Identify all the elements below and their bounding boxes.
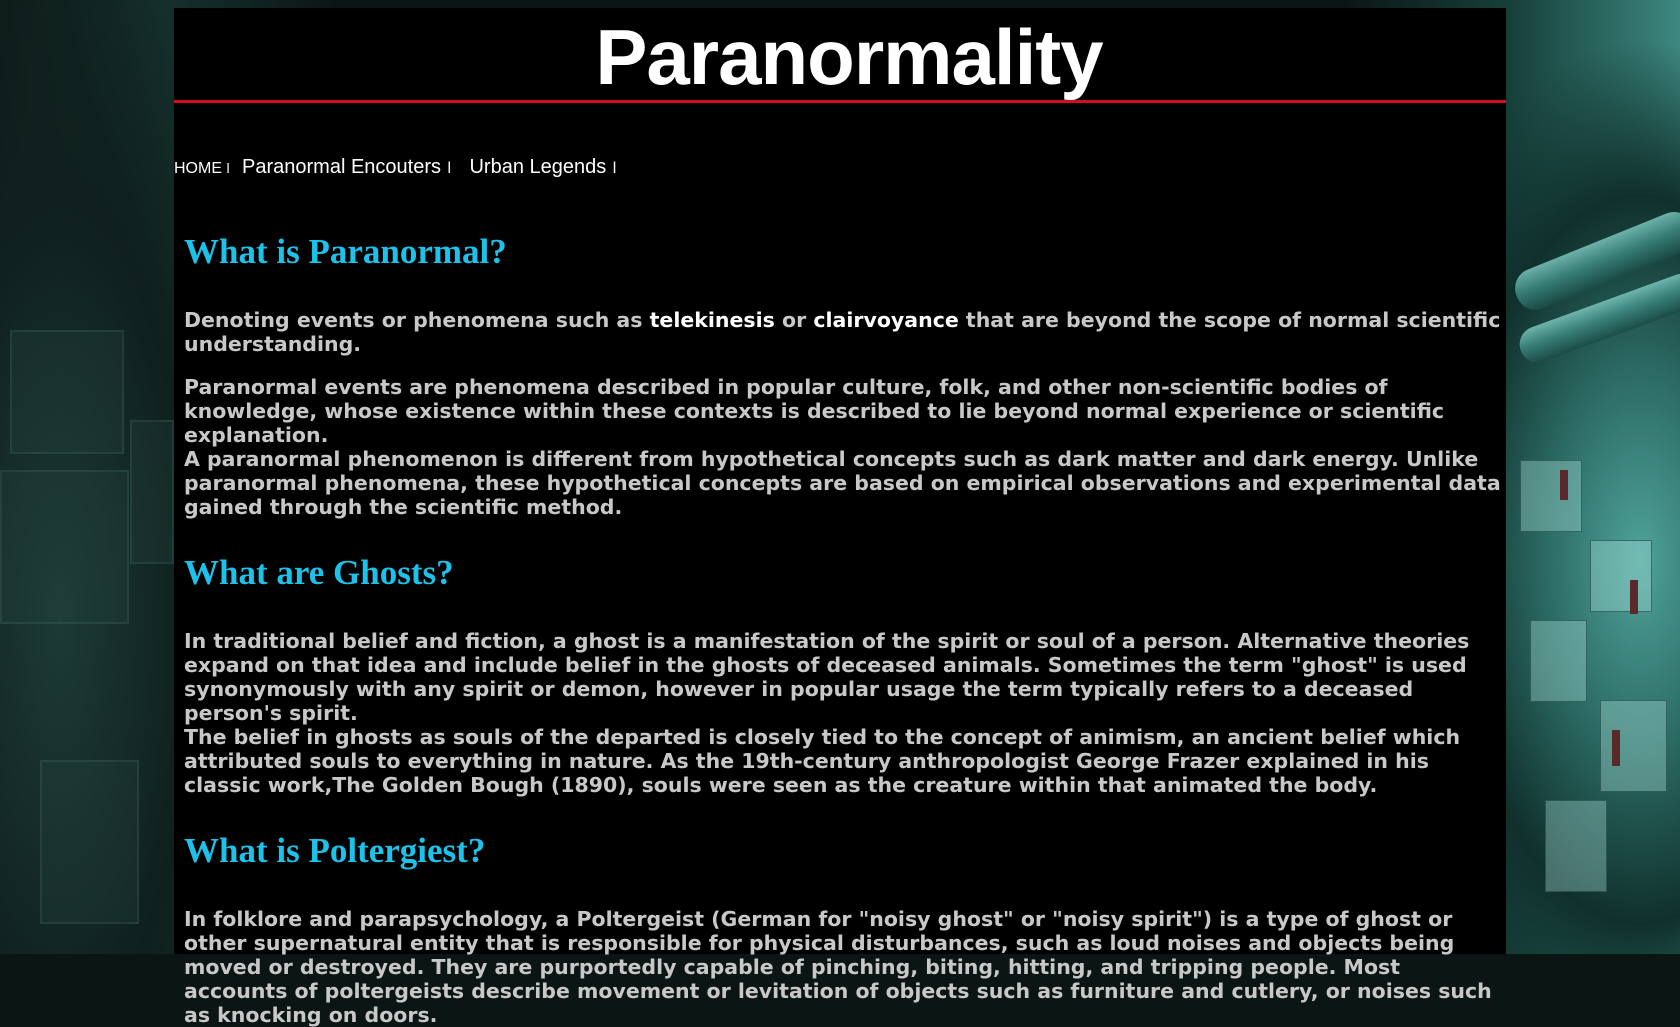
bg-wall-mark xyxy=(1630,580,1638,614)
section-heading: What is Paranormal? xyxy=(184,232,507,271)
section-paragraph: In traditional belief and fiction, a gho… xyxy=(184,629,1470,725)
section-paragraph: Paranormal events are phenomena describe… xyxy=(184,375,1445,447)
bg-wall-tile xyxy=(1545,800,1607,892)
nav-paranormal-encounters-link[interactable]: Paranormal Encouters xyxy=(242,156,441,178)
bg-wall-tile xyxy=(1520,460,1582,532)
section-heading: What are Ghosts? xyxy=(184,553,454,592)
bg-tile xyxy=(0,470,129,624)
highlight-term: clairvoyance xyxy=(813,308,959,332)
intro-text: Denoting events or phenomena such as xyxy=(184,308,650,332)
nav-urban-legends-link[interactable]: Urban Legends xyxy=(469,156,606,178)
nav-separator: l xyxy=(447,160,452,177)
bg-tile xyxy=(10,330,124,454)
section-paragraph: A paranormal phenomenon is different fro… xyxy=(184,447,1501,519)
bg-tile xyxy=(40,760,139,924)
bg-wall-tile xyxy=(1530,620,1587,702)
bg-wall-tile xyxy=(1590,540,1652,612)
article-content: What is Paranormal? Denoting events or p… xyxy=(184,230,1502,1027)
section-paranormal: What is Paranormal? Denoting events or p… xyxy=(184,230,1502,519)
section-heading: What is Poltergiest? xyxy=(184,831,486,870)
header-divider xyxy=(174,100,1506,103)
bg-tile xyxy=(130,420,174,564)
main-panel: Paranormality HOME l Paranormal Encouter… xyxy=(174,8,1506,1027)
bg-wall-tile xyxy=(1600,700,1667,792)
main-nav: HOME l Paranormal Encouters l Urban Lege… xyxy=(174,156,616,179)
section-poltergeist: What is Poltergiest? In folklore and par… xyxy=(184,829,1502,1027)
nav-home-link[interactable]: HOME xyxy=(174,160,222,177)
section-paragraph: The belief in ghosts as souls of the dep… xyxy=(184,725,1461,797)
section-ghosts: What are Ghosts? In traditional belief a… xyxy=(184,551,1502,797)
site-header: Paranormality xyxy=(174,8,1506,103)
site-title: Paranormality xyxy=(595,13,1103,101)
section-paragraph: In folklore and parapsychology, a Polter… xyxy=(184,907,1492,1027)
bg-wall-mark xyxy=(1612,730,1620,766)
nav-separator: l xyxy=(612,160,617,177)
highlight-term: telekinesis xyxy=(649,308,775,332)
intro-text: or xyxy=(774,308,814,332)
bg-wall-mark xyxy=(1560,470,1568,500)
nav-separator: l xyxy=(226,160,230,176)
section-intro: Denoting events or phenomena such as tel… xyxy=(184,308,1502,356)
